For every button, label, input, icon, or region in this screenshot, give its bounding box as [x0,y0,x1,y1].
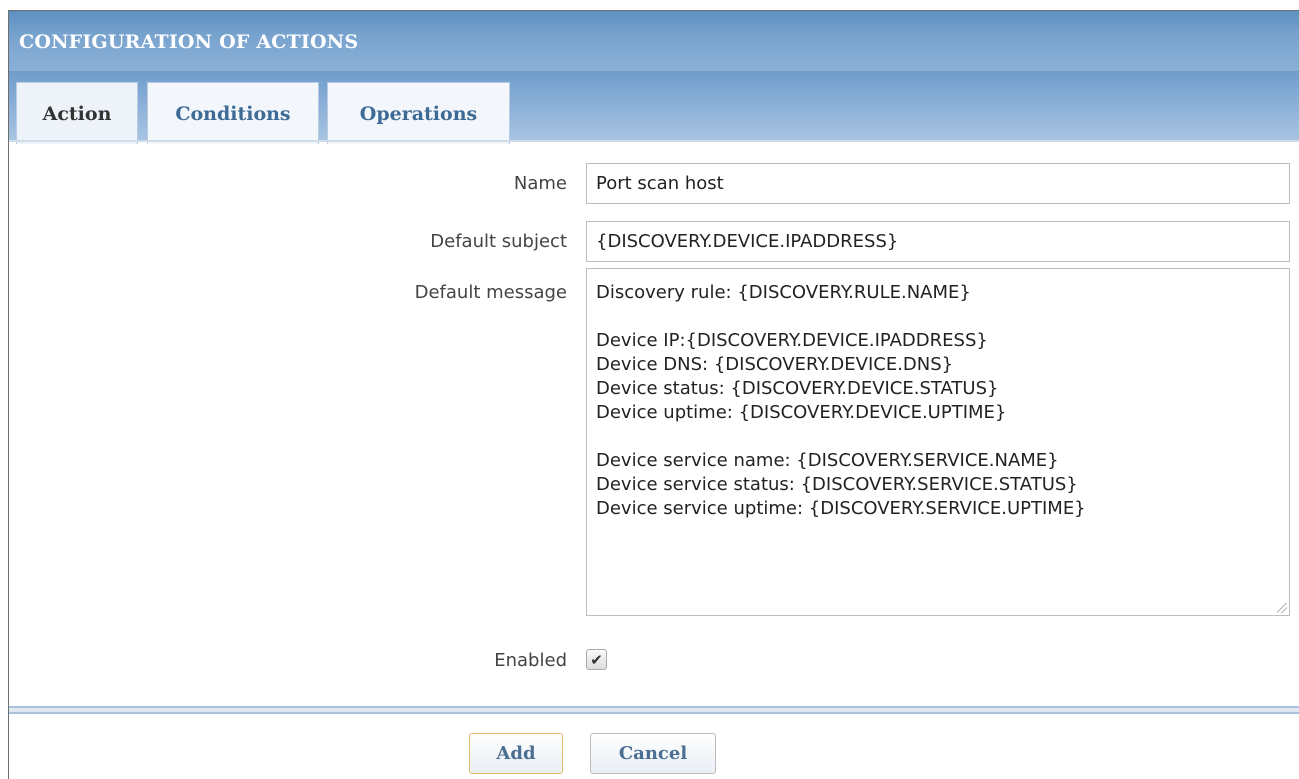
tab-strip: Action Conditions Operations [9,71,1299,144]
enabled-label: Enabled [494,650,567,671]
default-subject-field[interactable]: {DISCOVERY.DEVICE.IPADDRESS} [586,221,1290,262]
footer-divider [9,706,1299,714]
default-message-label: Default message [414,282,567,303]
tab-operations[interactable]: Operations [327,82,510,144]
cancel-button[interactable]: Cancel [590,733,716,774]
message-line: Device service uptime: {DISCOVERY.SERVIC… [596,498,1086,519]
add-button[interactable]: Add [469,733,563,774]
message-line: Discovery rule: {DISCOVERY.RULE.NAME} [596,282,971,303]
message-line: Device IP:{DISCOVERY.DEVICE.IPADDRESS} [596,330,988,351]
page-title: CONFIGURATION OF ACTIONS [19,31,359,53]
default-message-textarea[interactable]: Discovery rule: {DISCOVERY.RULE.NAME} De… [586,268,1290,616]
action-configuration-window: CONFIGURATION OF ACTIONS Action Conditio… [8,10,1299,779]
message-line-blank [596,425,1280,449]
tab-action[interactable]: Action [16,82,138,144]
tab-conditions[interactable]: Conditions [147,82,319,144]
message-line-blank [596,305,1280,329]
message-line: Device status: {DISCOVERY.DEVICE.STATUS} [596,378,999,399]
resize-grip-icon[interactable] [1277,603,1287,613]
tab-underline [9,140,1299,142]
enabled-checkbox[interactable]: ✔ [586,649,607,670]
message-line: Device uptime: {DISCOVERY.DEVICE.UPTIME} [596,402,1007,423]
title-bar: CONFIGURATION OF ACTIONS [9,11,1299,71]
message-line: Device service name: {DISCOVERY.SERVICE.… [596,450,1059,471]
message-line: Device service status: {DISCOVERY.SERVIC… [596,474,1078,495]
checkmark-icon: ✔ [590,650,603,669]
message-line: Device DNS: {DISCOVERY.DEVICE.DNS} [596,354,954,375]
name-field[interactable]: Port scan host [586,163,1290,204]
default-subject-label: Default subject [430,231,567,252]
name-label: Name [513,173,567,194]
